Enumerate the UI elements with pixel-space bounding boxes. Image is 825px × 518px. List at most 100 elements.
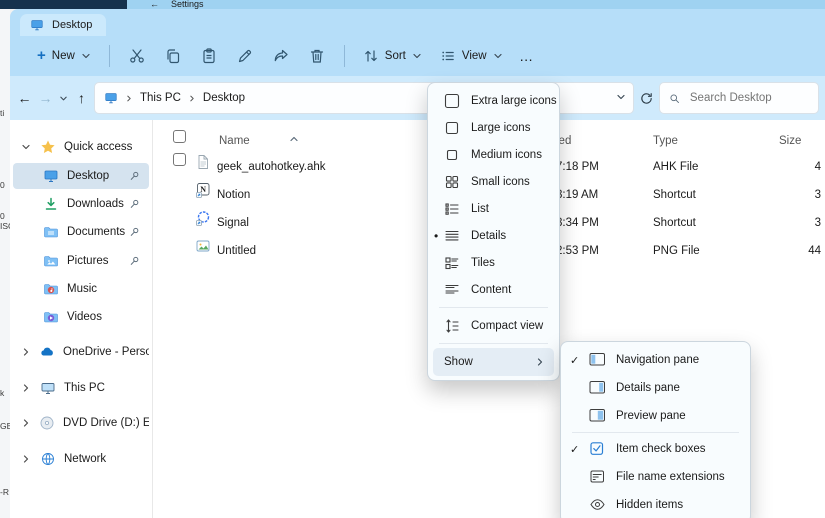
plus-icon: +	[37, 49, 46, 63]
file-name: Untitled	[217, 237, 256, 265]
column-header-type[interactable]: Type	[653, 130, 678, 152]
chevron-down-icon	[59, 94, 68, 103]
recent-locations-button[interactable]	[58, 84, 69, 112]
submenu-item-label: Preview pane	[616, 410, 686, 422]
compact-view-icon	[444, 318, 460, 334]
column-header-size[interactable]: Size	[779, 130, 801, 152]
rename-button[interactable]	[227, 40, 263, 72]
back-arrow-icon: ←	[18, 90, 32, 106]
back-button[interactable]: ←	[16, 84, 33, 112]
delete-button[interactable]	[299, 40, 335, 72]
medium-icons-icon	[444, 147, 460, 163]
menu-item-label: Tiles	[471, 257, 495, 269]
breadcrumb-this-pc[interactable]: This PC	[140, 92, 181, 104]
sidebar-item-network[interactable]: Network	[13, 446, 149, 472]
chevron-down-icon	[412, 51, 422, 61]
chevron-right-icon	[125, 94, 133, 103]
search-input[interactable]	[688, 91, 809, 105]
new-button[interactable]: + New	[28, 43, 100, 69]
navigation-pane: Quick access Desktop Downloads	[10, 120, 153, 518]
forward-button[interactable]: →	[37, 84, 54, 112]
sidebar-label: Network	[64, 453, 106, 465]
share-icon	[272, 47, 290, 65]
item-check-boxes-icon	[589, 441, 606, 457]
sidebar-item-music[interactable]: Music	[13, 276, 149, 302]
sidebar-item-this-pc[interactable]: This PC	[13, 375, 149, 401]
sidebar-quick-access[interactable]: Quick access	[13, 134, 149, 160]
submenu-item-label: Item check boxes	[616, 443, 705, 455]
sidebar-item-videos[interactable]: Videos	[13, 304, 149, 330]
menu-item-small-icons[interactable]: Small icons	[428, 168, 559, 195]
menu-item-extra-large-icons[interactable]: Extra large icons	[428, 87, 559, 114]
submenu-item-details-pane[interactable]: Details pane	[561, 374, 750, 402]
chevron-right-icon	[188, 94, 196, 103]
submenu-item-item-check-boxes[interactable]: ✓ Item check boxes	[561, 435, 750, 463]
network-globe-icon	[40, 451, 56, 467]
details-pane-icon	[589, 380, 606, 396]
toolbar-separator	[344, 45, 345, 67]
chevron-right-icon	[21, 418, 31, 428]
sidebar-item-desktop[interactable]: Desktop	[13, 163, 149, 189]
menu-item-list[interactable]: List	[428, 195, 559, 222]
submenu-item-navigation-pane[interactable]: ✓ Navigation pane	[561, 346, 750, 374]
sidebar-item-dvd-drive[interactable]: DVD Drive (D:) ESD-	[13, 410, 149, 436]
file-date-modified: 2:53 PM	[556, 237, 599, 265]
address-dropdown-button[interactable]	[616, 92, 626, 105]
share-button[interactable]	[263, 40, 299, 72]
sidebar-label: OneDrive - Personal	[63, 346, 149, 358]
pin-icon	[129, 198, 141, 210]
view-dropdown-menu: Extra large icons Large icons Medium ico…	[427, 82, 560, 381]
view-button[interactable]: View	[431, 42, 512, 70]
menu-item-label: Extra large icons	[471, 95, 557, 107]
menu-item-content[interactable]: Content	[428, 276, 559, 303]
new-button-label: New	[52, 50, 75, 62]
menu-item-medium-icons[interactable]: Medium icons	[428, 141, 559, 168]
sidebar-item-documents[interactable]: Documents	[13, 219, 149, 245]
sidebar-item-onedrive[interactable]: OneDrive - Personal	[13, 339, 149, 365]
menu-item-label: Large icons	[471, 122, 530, 134]
menu-item-label: Content	[471, 284, 511, 296]
refresh-button[interactable]	[638, 84, 655, 112]
preview-pane-icon	[589, 408, 606, 424]
more-options-button[interactable]: …	[512, 40, 542, 72]
menu-item-show[interactable]: Show	[433, 348, 554, 376]
submenu-item-file-name-extensions[interactable]: File name extensions	[561, 463, 750, 491]
background-settings-tab[interactable]: ← Settings	[150, 0, 204, 9]
menu-item-tiles[interactable]: Tiles	[428, 249, 559, 276]
desktop-icon	[43, 168, 59, 184]
tab-desktop[interactable]: Desktop	[20, 14, 106, 36]
copy-button[interactable]	[155, 40, 191, 72]
menu-item-compact-view[interactable]: Compact view	[428, 312, 559, 339]
downloads-icon	[43, 196, 59, 212]
paste-button[interactable]	[191, 40, 227, 72]
menu-item-label: Details	[471, 230, 506, 242]
breadcrumb-desktop[interactable]: Desktop	[203, 92, 245, 104]
cut-button[interactable]	[119, 40, 155, 72]
pin-icon	[129, 255, 141, 267]
sort-button-label: Sort	[385, 50, 406, 62]
search-box[interactable]	[659, 82, 819, 114]
sidebar-item-downloads[interactable]: Downloads	[13, 191, 149, 217]
sidebar-label: Music	[67, 283, 97, 295]
select-all-checkbox[interactable]	[173, 130, 186, 143]
menu-item-large-icons[interactable]: Large icons	[428, 114, 559, 141]
menu-item-label: Medium icons	[471, 149, 542, 161]
menu-item-details[interactable]: • Details	[428, 222, 559, 249]
file-name: Notion	[217, 181, 250, 209]
sort-button[interactable]: Sort	[354, 42, 431, 70]
up-button[interactable]: ↑	[73, 84, 90, 112]
submenu-item-hidden-items[interactable]: Hidden items	[561, 491, 750, 518]
submenu-item-preview-pane[interactable]: Preview pane	[561, 402, 750, 430]
file-type: Shortcut	[653, 209, 696, 237]
menu-separator	[572, 432, 739, 433]
forward-arrow-icon: →	[39, 90, 53, 106]
sort-ascending-icon	[289, 130, 299, 152]
details-view-icon	[444, 228, 460, 244]
file-size: 3	[815, 209, 821, 237]
copy-icon	[164, 47, 182, 65]
item-checkbox[interactable]	[173, 153, 186, 166]
sidebar-label: Desktop	[67, 170, 109, 182]
sidebar-item-pictures[interactable]: Pictures	[13, 248, 149, 274]
column-header-name[interactable]: Name	[219, 130, 250, 152]
chevron-down-icon	[616, 92, 626, 102]
